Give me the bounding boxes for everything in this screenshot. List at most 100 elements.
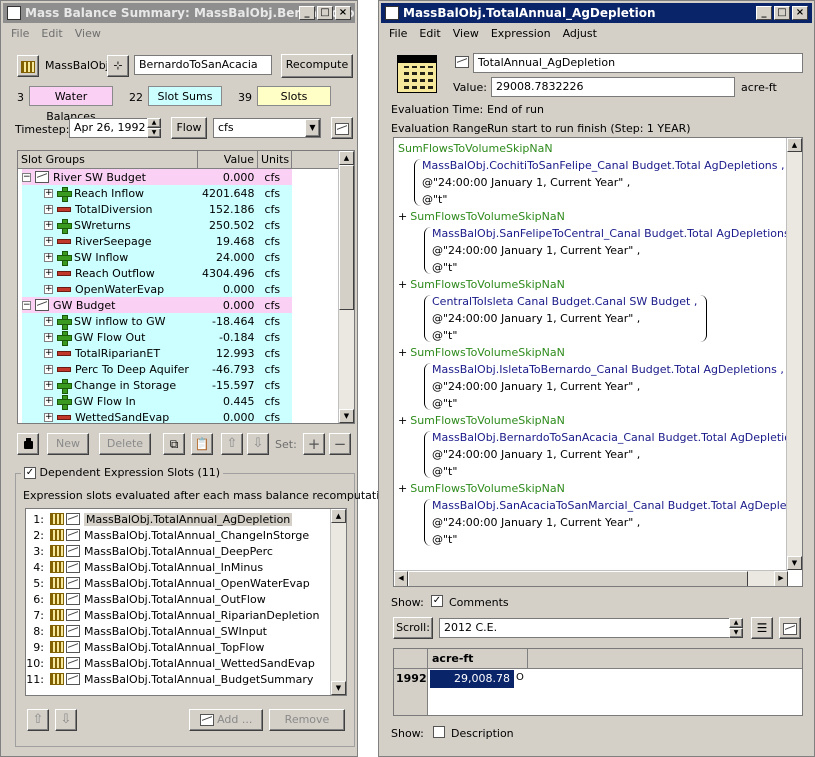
expand-icon[interactable]: + (44, 380, 53, 390)
tree-slot-row[interactable]: + Reach Inflow 4201.648 cfs (22, 185, 292, 202)
argument-t[interactable]: @"t" (432, 327, 697, 344)
dependent-slot-item[interactable]: 1: MassBalObj.TotalAnnual_AgDepletion (26, 511, 346, 527)
argument-date[interactable]: @"24:00:00 January 1, Current Year" , (432, 514, 802, 531)
close-icon[interactable]: × (335, 6, 351, 20)
expand-icon[interactable]: + (44, 348, 53, 358)
recompute-button[interactable]: Recompute (281, 54, 353, 78)
expand-icon[interactable]: + (44, 332, 53, 342)
menu-edit[interactable]: Edit (413, 25, 446, 43)
flow-button[interactable]: Flow (171, 117, 207, 139)
paste-button[interactable]: 📋 (191, 433, 213, 455)
dependent-slot-item[interactable]: 11: MassBalObj.TotalAnnual_BudgetSummary (26, 671, 346, 687)
argument-slot[interactable]: CentralToIsleta Canal Budget.Canal SW Bu… (432, 293, 697, 310)
dep-move-up-button[interactable]: ⇧ (27, 709, 49, 731)
move-down-button[interactable]: ⇩ (247, 433, 269, 455)
argument-slot[interactable]: MassBalObj.CochitiToSanFelipe_Canal Budg… (422, 157, 785, 174)
dependent-slot-item[interactable]: 2: MassBalObj.TotalAnnual_ChangeInStorge (26, 527, 346, 543)
dep-scroll-up[interactable]: ▲ (331, 509, 346, 523)
tree-slot-row[interactable]: + GW Flow Out -0.184 cfs (22, 329, 292, 346)
tree-slot-row[interactable]: + WettedSandEvap 0.000 cfs (22, 409, 292, 423)
tree-slot-row[interactable]: + TotalDiversion 152.186 cfs (22, 201, 292, 217)
dependent-slot-item[interactable]: 10: MassBalObj.TotalAnnual_WettedSandEvap (26, 655, 346, 671)
set-plus-button[interactable]: + (303, 433, 325, 455)
expand-icon[interactable]: + (44, 268, 53, 278)
right-title-bar[interactable]: MassBalObj.TotalAnnual_AgDepletion _ □ × (381, 3, 812, 23)
function-name[interactable]: SumFlowsToVolumeSkipNaN (410, 482, 565, 495)
scroll-button[interactable]: Scroll: (393, 617, 433, 639)
dependent-slot-item[interactable]: 9: MassBalObj.TotalAnnual_TopFlow (26, 639, 346, 655)
table-header-cell[interactable]: acre-ft (428, 649, 528, 669)
argument-date[interactable]: @"24:00:00 January 1, Current Year" , (432, 242, 797, 259)
object-name-field[interactable]: BernardoToSanAcacia (134, 55, 272, 75)
dependent-slot-item[interactable]: 4: MassBalObj.TotalAnnual_InMinus (26, 559, 346, 575)
scroll-date-field[interactable]: 2012 C.E. (439, 618, 731, 638)
tree-slot-row[interactable]: + Perc To Deep Aquifer -46.793 cfs (22, 361, 292, 377)
expand-icon[interactable]: + (44, 204, 53, 214)
dependent-slot-item[interactable]: 5: MassBalObj.TotalAnnual_OpenWaterEvap (26, 575, 346, 591)
menu-adjust[interactable]: Adjust (557, 25, 603, 43)
col-value[interactable]: Value (198, 151, 258, 168)
table-row-label[interactable]: 1992 (394, 669, 428, 689)
expand-icon[interactable]: + (44, 252, 53, 262)
expand-icon[interactable]: + (44, 412, 53, 422)
expand-icon[interactable]: + (44, 316, 53, 326)
scroll-thumb[interactable] (339, 165, 354, 310)
tree-slot-row[interactable]: + TotalRiparianET 12.993 cfs (22, 345, 292, 361)
minimize-icon[interactable]: _ (756, 6, 772, 20)
tree-slot-row[interactable]: + Reach Outflow 4304.496 cfs (22, 265, 292, 281)
close-icon[interactable]: × (792, 6, 808, 20)
timestep-spin-up[interactable]: ▲ (147, 118, 161, 128)
move-up-button[interactable]: ⇧ (221, 433, 243, 455)
dependent-slot-item[interactable]: 6: MassBalObj.TotalAnnual_OutFlow (26, 591, 346, 607)
tree-group-row[interactable]: − GW Budget 0.000 cfs (22, 297, 292, 313)
expr-scrollbar-h[interactable]: ◀ ▶ (394, 570, 788, 586)
tree-slot-row[interactable]: + GW Flow In 0.445 cfs (22, 393, 292, 410)
table-value-cell[interactable]: 29,008.78 (430, 670, 514, 688)
description-checkbox[interactable] (433, 726, 445, 738)
scroll-spin-down[interactable]: ▼ (729, 628, 743, 638)
argument-slot[interactable]: MassBalObj.IsletaToBernardo_Canal Budget… (432, 361, 784, 378)
dependent-checkbox-row[interactable]: ✓ Dependent Expression Slots (11) (21, 466, 224, 479)
dependent-slot-item[interactable]: 8: MassBalObj.TotalAnnual_SWInput (26, 623, 346, 639)
menu-expression[interactable]: Expression (485, 25, 557, 43)
function-name[interactable]: SumFlowsToVolumeSkipNaN (410, 210, 565, 223)
set-minus-button[interactable]: − (329, 433, 351, 455)
tree-slot-row[interactable]: + SW Inflow 24.000 cfs (22, 249, 292, 266)
argument-slot[interactable]: MassBalObj.SanFelipeToCentral_Canal Budg… (432, 225, 797, 242)
select-object-button[interactable]: ⊹ (107, 55, 129, 77)
plot-view-button[interactable] (779, 617, 801, 639)
menu-view[interactable]: View (69, 25, 107, 43)
tree-group-row[interactable]: − River SW Budget 0.000 cfs (22, 169, 292, 185)
dependent-slot-item[interactable]: 3: MassBalObj.TotalAnnual_DeepPerc (26, 543, 346, 559)
expr-h-thumb[interactable] (408, 571, 748, 586)
slot-name-field[interactable]: TotalAnnual_AgDepletion (473, 53, 803, 73)
maximize-icon[interactable]: □ (774, 6, 790, 20)
slot-sums-badge[interactable]: Slot Sums (148, 86, 222, 106)
expand-icon[interactable]: + (44, 364, 53, 374)
tree-slot-row[interactable]: + RiverSeepage 19.468 cfs (22, 233, 292, 249)
menu-file[interactable]: File (5, 25, 35, 43)
add-slot-button[interactable]: Add ... (189, 709, 263, 731)
collapse-icon[interactable]: − (22, 172, 31, 182)
tree-slot-row[interactable]: + SWreturns 250.502 cfs (22, 217, 292, 234)
argument-date[interactable]: @"24:00:00 January 1, Current Year" , (432, 378, 784, 395)
minimize-icon[interactable]: _ (299, 6, 315, 20)
argument-t[interactable]: @"t" (432, 395, 784, 412)
function-name[interactable]: SumFlowsToVolumeSkipNaN (410, 414, 565, 427)
menu-edit[interactable]: Edit (35, 25, 68, 43)
object-icon-button[interactable] (17, 55, 39, 77)
tree-scrollbar[interactable]: ▲ ▼ (338, 151, 354, 423)
expand-icon[interactable]: + (44, 220, 53, 230)
argument-slot[interactable]: MassBalObj.BernardoToSanAcacia_Canal Bud… (432, 429, 802, 446)
argument-t[interactable]: @"t" (422, 191, 785, 208)
expand-icon[interactable]: + (44, 188, 53, 198)
expand-icon[interactable]: + (44, 236, 53, 246)
expand-icon[interactable]: + (44, 396, 53, 406)
plot-button[interactable] (331, 117, 353, 139)
remove-button[interactable]: Remove (269, 709, 345, 731)
timestep-field[interactable]: Apr 26, 1992 (69, 118, 149, 138)
argument-t[interactable]: @"t" (432, 259, 797, 276)
menu-view[interactable]: View (447, 25, 485, 43)
collapse-icon[interactable]: − (22, 300, 31, 310)
expr-scroll-left[interactable]: ◀ (394, 571, 408, 586)
